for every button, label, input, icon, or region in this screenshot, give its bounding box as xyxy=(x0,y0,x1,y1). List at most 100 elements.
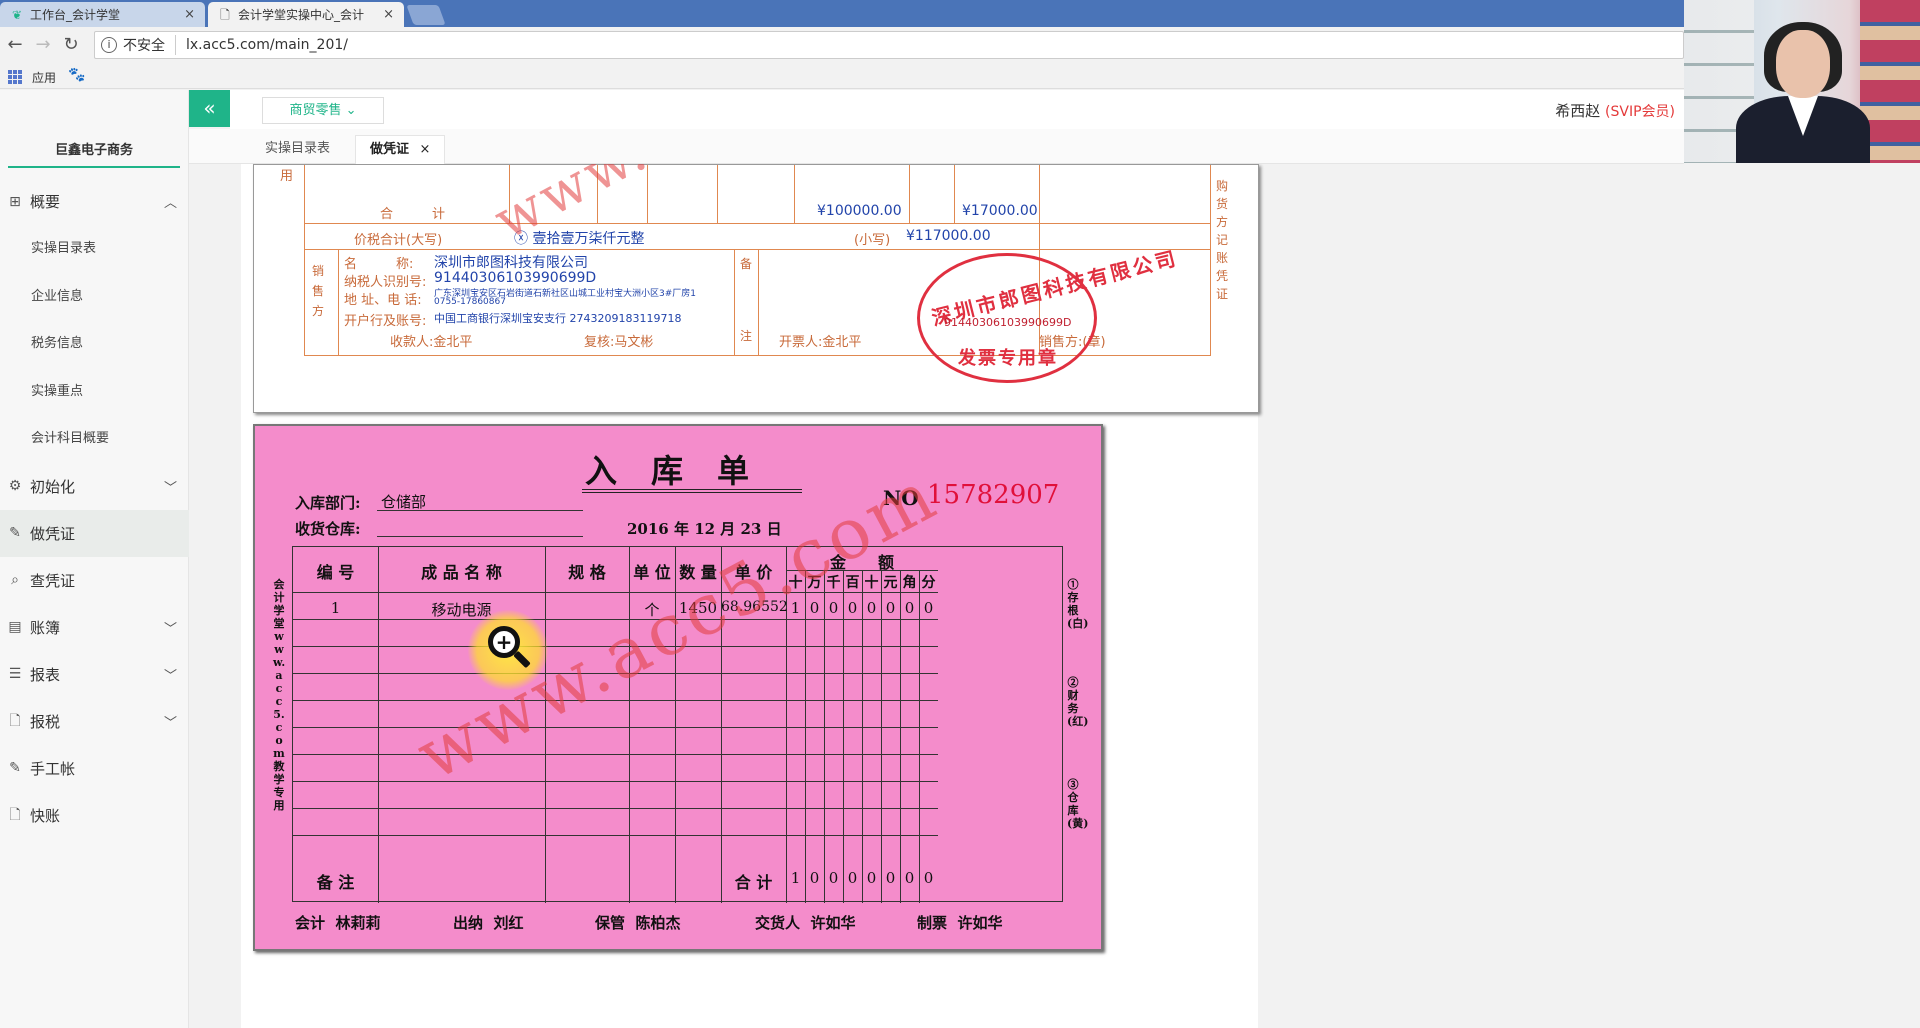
invoice-amount-total: ¥100000.00 xyxy=(817,203,902,219)
invoice-note-label: 备 xyxy=(740,257,753,271)
main-content: 用 合 计 ¥100000.00 ¥17000.00 价税合计(大写) ⓧ 壹拾… xyxy=(189,164,1920,1028)
new-tab-button[interactable] xyxy=(406,5,446,25)
grid-line xyxy=(293,700,938,701)
sidebar-item-label: 概要 xyxy=(30,193,61,211)
grid-line xyxy=(293,808,938,809)
page-tabs: 实操目录表 做凭证 × xyxy=(189,129,1684,164)
sidebar-item-tax[interactable]: 🗋 报税 ﹀ xyxy=(0,698,189,745)
book-icon: ▤ xyxy=(8,619,22,635)
info-icon[interactable]: i xyxy=(101,37,117,53)
tab-label: 做凭证 xyxy=(370,142,410,157)
row-digit: 0 xyxy=(904,599,915,617)
payee: 收款人:金北平 xyxy=(390,335,473,350)
seller-side-label: 销售方 xyxy=(312,264,325,318)
reload-icon[interactable]: ↻ xyxy=(60,34,82,56)
site-favicon-icon: ❦ xyxy=(11,7,23,22)
submenu-item-accounts[interactable]: 会计科目概要 xyxy=(0,415,189,463)
pen-icon: ✎ xyxy=(9,525,21,541)
grid-line xyxy=(293,592,938,593)
grid-line xyxy=(293,646,938,647)
warehouse-label: 收货仓库: xyxy=(295,520,361,538)
digit-header: 角 xyxy=(902,575,917,591)
sidebar-item-make-voucher[interactable]: ✎ 做凭证 xyxy=(0,509,189,557)
total-digit: 0 xyxy=(828,869,839,887)
apps-bookmark[interactable]: 应用 xyxy=(32,69,56,86)
invoice-side-char: 用 xyxy=(280,169,294,184)
file-icon: 🗋 xyxy=(9,713,21,729)
apps-grid-icon[interactable] xyxy=(8,70,22,84)
row-qty: 1450 xyxy=(678,599,718,617)
sidebar-item-search-voucher[interactable]: ⌕ 查凭证 xyxy=(0,557,189,604)
collapse-sidebar-button[interactable]: « xyxy=(189,90,230,127)
total-digit: 0 xyxy=(885,869,896,887)
chevron-down-icon: ﹀ xyxy=(163,480,177,496)
page-icon: 🗋 xyxy=(220,7,230,22)
warehouse-receipt-image[interactable]: 入库单 NO 15782907 入库部门: 仓储部 收货仓库: 2016 年 1… xyxy=(253,424,1103,951)
signature-cashier: 出纳 刘红 xyxy=(453,912,523,933)
url-input[interactable]: i 不安全 lx.acc5.com/main_201/ xyxy=(94,31,1684,59)
file-icon: 🗋 xyxy=(9,807,21,823)
submenu-item-key-points[interactable]: 实操重点 xyxy=(0,368,189,416)
warehouse-underline xyxy=(377,536,583,537)
browser-tab-practice-center[interactable]: 🗋 会计学堂实操中心_会计 × xyxy=(208,2,404,27)
sidebar-item-label: 初始化 xyxy=(30,477,76,496)
col-header-price: 单 价 xyxy=(734,563,773,582)
sig-name: 林莉莉 xyxy=(335,914,381,932)
chevron-down-icon: ﹀ xyxy=(163,668,177,684)
submenu-item-catalog[interactable]: 实操目录表 xyxy=(0,225,189,273)
small-label: (小写) xyxy=(854,233,891,248)
vat-invoice-image[interactable]: 用 合 计 ¥100000.00 ¥17000.00 价税合计(大写) ⓧ 壹拾… xyxy=(253,164,1259,413)
sidebar-item-label: 快账 xyxy=(30,806,61,825)
digit-header: 千 xyxy=(826,575,841,591)
sidebar-item-report[interactable]: ☰ 报表 ﹀ xyxy=(0,651,189,698)
back-arrow-icon[interactable]: ← xyxy=(4,34,26,56)
row-code: 1 xyxy=(330,599,341,617)
digit-header: 元 xyxy=(883,575,898,591)
submenu-item-tax-info[interactable]: 税务信息 xyxy=(0,320,189,368)
invoice-seal-stamp: 深圳市郎图科技有限公司 91440306103990699D 发票专用章 xyxy=(917,246,1181,383)
invoice-rule xyxy=(338,249,339,356)
gear-icon: ⚙ xyxy=(8,478,22,494)
sidebar-item-quick-books[interactable]: 🗋 快账 xyxy=(0,792,189,839)
tab-catalog[interactable]: 实操目录表 xyxy=(251,135,344,164)
invoice-rule xyxy=(597,165,598,223)
vip-badge: (SVIP会员) xyxy=(1605,104,1675,120)
buyer-copy-label: 购货方记账凭证 xyxy=(1216,179,1229,301)
business-type-value: 商贸零售 xyxy=(289,103,342,118)
browser-tab-workbench[interactable]: ❦ 工作台_会计学堂 × xyxy=(0,2,205,27)
sidebar-item-label: 报税 xyxy=(30,712,61,731)
sidebar-item-overview[interactable]: ⊞ 概要 ︿ xyxy=(0,178,189,225)
note-label: 备 注 xyxy=(316,873,355,892)
reviewer: 复核:马文彬 xyxy=(584,335,654,350)
forward-arrow-icon[interactable]: → xyxy=(32,34,54,56)
insecure-label: 不安全 xyxy=(123,35,176,55)
close-tab-icon[interactable]: × xyxy=(383,7,394,22)
total-digit: 0 xyxy=(866,869,877,887)
invoice-rule xyxy=(794,165,795,223)
total-label: 合 计 xyxy=(734,873,773,892)
tab-make-voucher[interactable]: 做凭证 × xyxy=(355,135,446,164)
tab-label: 实操目录表 xyxy=(265,141,331,156)
invoice-rule xyxy=(758,249,759,356)
sidebar-item-manual-books[interactable]: ✎ 手工帐 xyxy=(0,745,189,792)
seller-phone: 0755-17860867 xyxy=(434,297,506,307)
user-info[interactable]: 希西赵 (SVIP会员) xyxy=(1555,100,1675,121)
signature-deliverer: 交货人 许如华 xyxy=(755,912,855,933)
paw-bookmark-icon[interactable]: 🐾 xyxy=(68,67,85,83)
business-type-select[interactable]: 商贸零售 ⌄ xyxy=(262,97,384,124)
submenu-item-company-info[interactable]: 企业信息 xyxy=(0,273,189,321)
col-header-unit: 单 位 xyxy=(633,563,671,582)
invoice-rule xyxy=(734,249,735,356)
total-digit: 1 xyxy=(790,869,801,887)
chevron-up-icon: ︿ xyxy=(163,196,177,211)
close-tab-icon[interactable]: × xyxy=(184,7,195,22)
title-underline xyxy=(582,489,802,490)
sig-label: 会计 xyxy=(295,914,326,932)
sidebar-item-ledger[interactable]: ▤ 账簿 ﹀ xyxy=(0,604,189,651)
col-header-qty: 数 量 xyxy=(679,563,717,582)
close-tab-icon[interactable]: × xyxy=(420,142,431,157)
digit-header: 百 xyxy=(845,575,860,591)
sidebar-item-init[interactable]: ⚙ 初始化 ﹀ xyxy=(0,463,189,510)
browser-tab-title: 工作台_会计学堂 xyxy=(30,8,121,22)
chevron-down-icon: ⌄ xyxy=(345,103,357,118)
